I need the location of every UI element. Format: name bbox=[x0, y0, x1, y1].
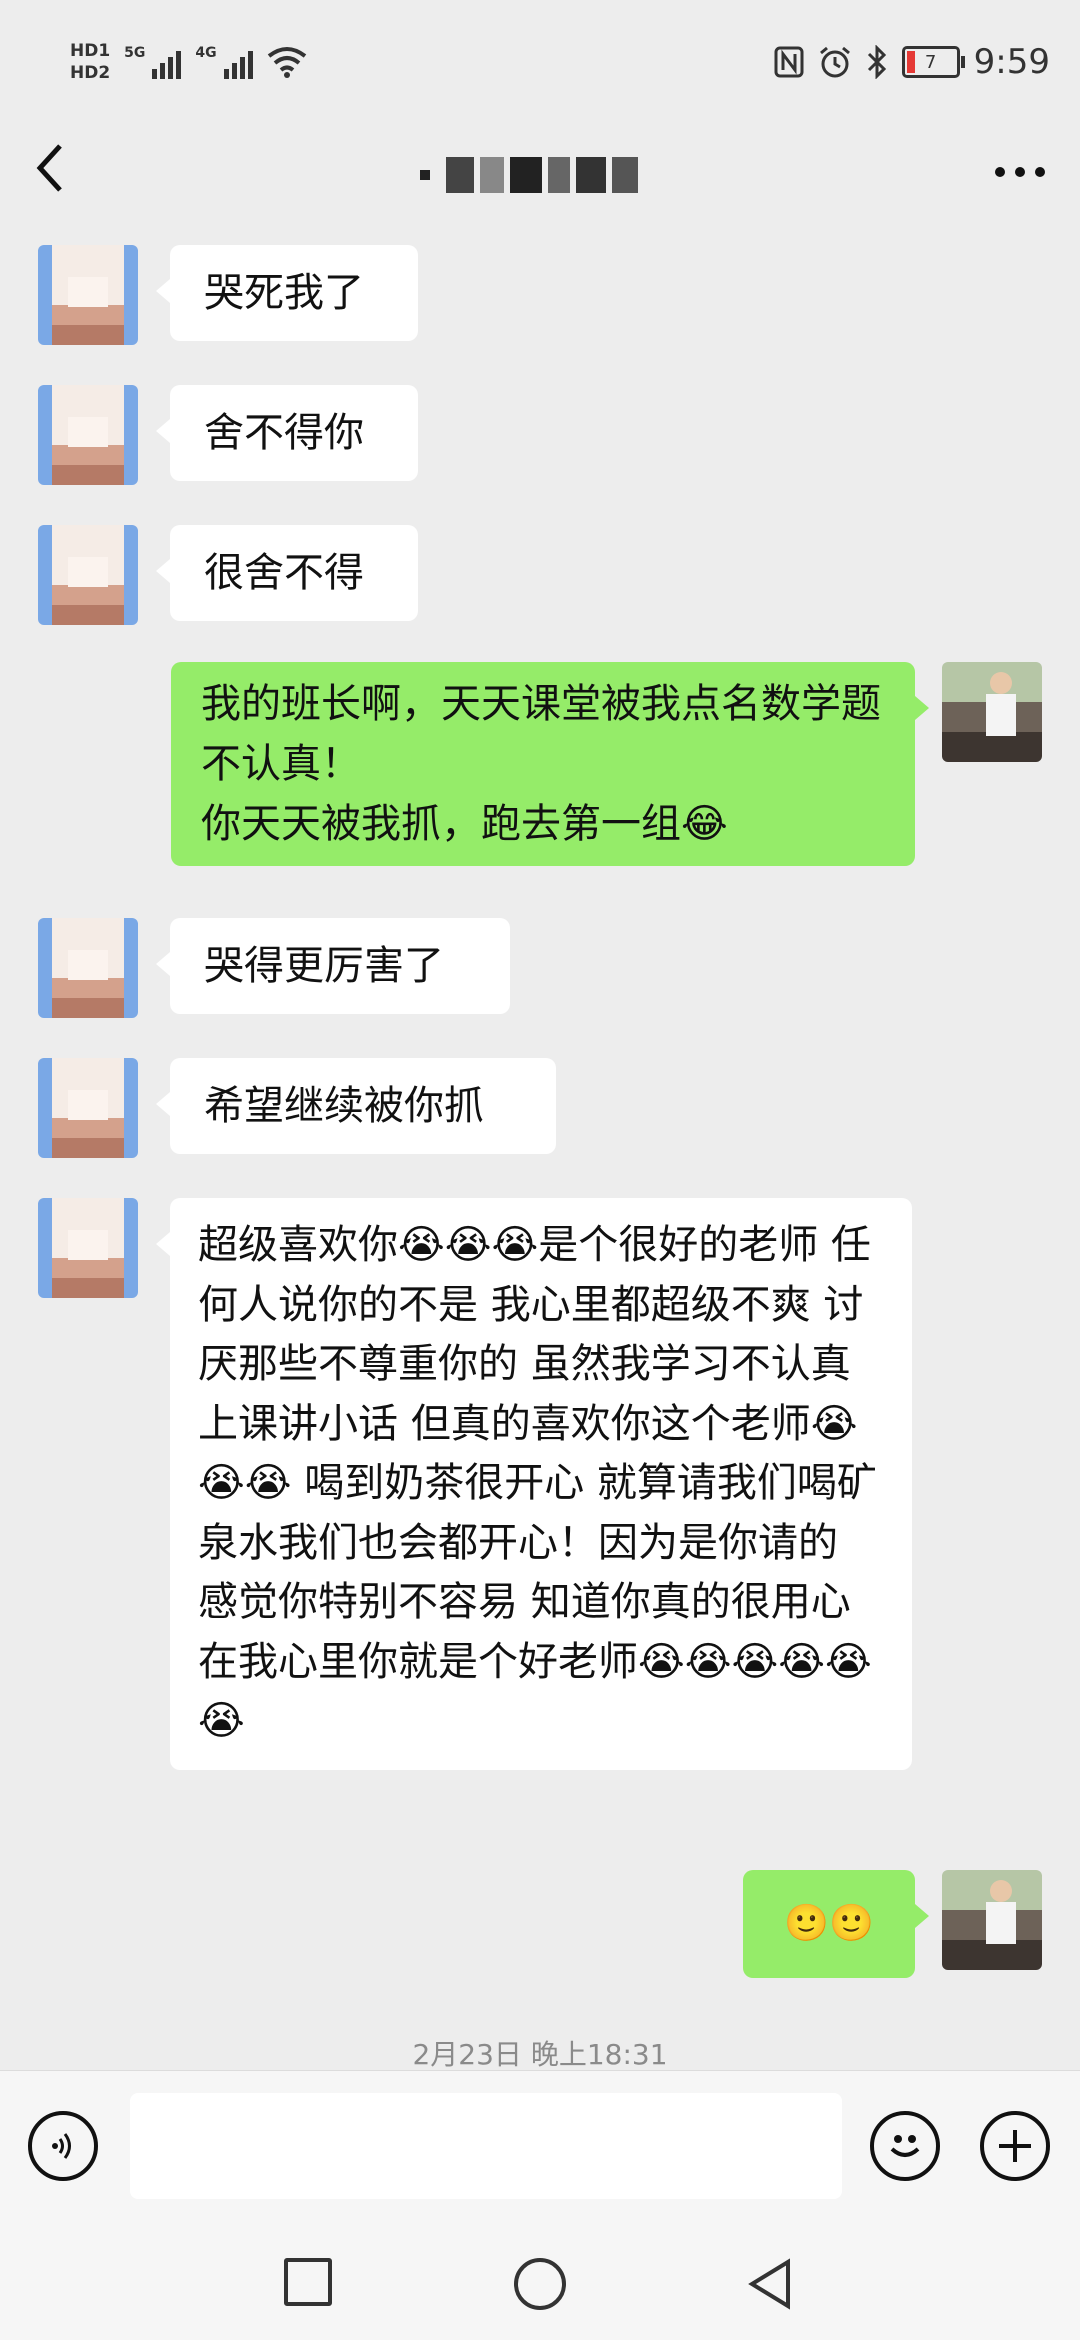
status-left: HD1 HD2 5G 4G bbox=[70, 32, 307, 92]
status-bar: HD1 HD2 5G 4G 7 9:59 bbox=[0, 0, 1080, 120]
contact-name-redacted bbox=[420, 150, 640, 200]
voice-icon[interactable] bbox=[28, 2111, 98, 2181]
message-bubble[interactable]: 超级喜欢你😭😭😭是个很好的老师 任何人说你的不是 我心里都超级不爽 讨厌那些不尊… bbox=[156, 1198, 912, 1770]
system-nav-bar bbox=[0, 2220, 1080, 2340]
message-bubble[interactable]: 我的班长啊，天天课堂被我点名数学题不认真！ 你天天被我抓，跑去第一组😂 bbox=[171, 662, 929, 866]
nfc-icon bbox=[774, 46, 804, 78]
message-bubble[interactable]: 🙂🙂 bbox=[743, 1870, 929, 1978]
avatar[interactable] bbox=[38, 1058, 138, 1158]
plus-icon[interactable] bbox=[980, 2111, 1050, 2181]
back-icon[interactable] bbox=[744, 2258, 796, 2310]
message-timestamp: 2月23日 晚上18:31 bbox=[412, 2038, 668, 2071]
hd-indicator: HD1 HD2 bbox=[70, 40, 110, 84]
message-bubble[interactable]: 很舍不得 bbox=[156, 525, 418, 621]
battery-level: 7 bbox=[924, 51, 937, 73]
emoji-icon[interactable] bbox=[870, 2111, 940, 2181]
avatar[interactable] bbox=[38, 245, 138, 345]
hd1-label: HD1 bbox=[70, 41, 111, 61]
recent-apps-icon[interactable] bbox=[284, 2258, 332, 2306]
message-bubble[interactable]: 哭得更厉害了 bbox=[156, 918, 510, 1014]
avatar[interactable] bbox=[38, 1198, 138, 1298]
avatar[interactable] bbox=[38, 918, 138, 1018]
avatar[interactable] bbox=[942, 1870, 1042, 1970]
signal-5g-icon: 5G bbox=[124, 45, 182, 79]
bluetooth-icon bbox=[867, 45, 886, 79]
more-dots-icon[interactable] bbox=[990, 150, 1050, 190]
message-bubble[interactable]: 哭死我了 bbox=[156, 245, 418, 341]
avatar[interactable] bbox=[38, 385, 138, 485]
message-input[interactable] bbox=[130, 2093, 842, 2199]
wifi-icon bbox=[267, 47, 306, 78]
signal-4g-icon: 4G bbox=[195, 45, 253, 79]
avatar[interactable] bbox=[38, 525, 138, 625]
net2-label: 4G bbox=[195, 45, 217, 61]
chat-header bbox=[0, 120, 1080, 230]
clock: 9:59 bbox=[973, 42, 1050, 82]
avatar[interactable] bbox=[942, 662, 1042, 762]
alarm-icon bbox=[819, 46, 850, 78]
status-right: 7 9:59 bbox=[774, 34, 1050, 90]
chevron-left-icon[interactable] bbox=[30, 138, 100, 208]
home-icon[interactable] bbox=[514, 2258, 566, 2310]
battery-icon: 7 bbox=[901, 46, 965, 78]
message-bubble[interactable]: 希望继续被你抓 bbox=[156, 1058, 556, 1154]
message-list[interactable]: 哭死我了 舍不得你 很舍不得 我的班长啊，天天课堂被我点名数学题不认真！ 你天天… bbox=[0, 235, 1080, 2071]
net1-label: 5G bbox=[124, 45, 146, 61]
message-bubble[interactable]: 舍不得你 bbox=[156, 385, 418, 481]
hd2-label: HD2 bbox=[70, 63, 111, 83]
input-bar bbox=[0, 2070, 1080, 2221]
